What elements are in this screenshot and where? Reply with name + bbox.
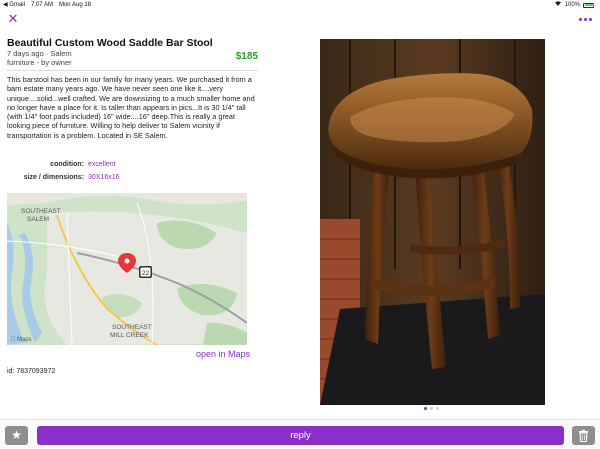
map-label-mill-creek: MILL CREEK — [110, 332, 149, 339]
listing-description: This barstool has been in our family for… — [7, 75, 255, 140]
gallery-dot[interactable] — [436, 407, 439, 410]
listing-price: $185 — [235, 51, 258, 62]
map-attribution: Maps — [17, 337, 32, 343]
status-right: 100% — [554, 0, 594, 10]
status-bar: ◀ Gmail 7:07 AM Mon Aug 18 100% — [0, 0, 600, 10]
listing-title: Beautiful Custom Wood Saddle Bar Stool — [7, 37, 213, 49]
attribute-label: size / dimensions: — [23, 174, 84, 181]
trash-icon[interactable] — [572, 426, 595, 445]
attribute-row-size: size / dimensions: 30X16x16 — [0, 174, 300, 184]
star-icon[interactable]: ★ — [5, 426, 28, 445]
map-label-southeast-2: SOUTHEAST — [112, 324, 152, 331]
post-id: id: 7837093972 — [7, 368, 56, 375]
apple-maps-logo-icon:  — [11, 336, 16, 343]
gallery-indicator — [424, 407, 439, 410]
listing-posted: 7 days ago · Salem — [7, 49, 72, 58]
open-in-maps-link[interactable]: open in Maps — [196, 349, 250, 359]
more-icon[interactable] — [578, 13, 592, 25]
reply-button[interactable]: reply — [37, 426, 564, 445]
top-nav: ✕ — [0, 10, 600, 30]
map-label-salem: SALEM — [27, 216, 49, 223]
bottom-action-bar: ★ reply — [0, 419, 600, 449]
battery-percent: 100% — [564, 2, 580, 8]
status-date: Mon Aug 18 — [58, 2, 91, 8]
gallery-dot[interactable] — [430, 407, 433, 410]
close-icon[interactable]: ✕ — [6, 12, 20, 26]
attribute-value[interactable]: excellent — [88, 161, 116, 168]
battery-icon — [583, 2, 594, 8]
battery-fill — [584, 4, 594, 6]
listing-category: furniture - by owner — [7, 58, 72, 67]
back-to-app-link[interactable]: ◀ Gmail — [3, 0, 25, 10]
wifi-icon — [554, 0, 562, 10]
status-left: ◀ Gmail 7:07 AM Mon Aug 18 — [3, 0, 91, 10]
status-time: 7:07 AM — [30, 2, 53, 8]
attribute-row-condition: condition: excellent — [0, 161, 300, 171]
divider — [7, 70, 258, 71]
attribute-value[interactable]: 30X16x16 — [88, 174, 120, 181]
attribute-label: condition: — [50, 161, 84, 168]
highway-label: 22 — [142, 270, 150, 277]
location-map[interactable]: 22 SOUTHEAST SALEM SOUTHEAST MILL CREEK … — [7, 193, 247, 345]
svg-text::  — [11, 336, 16, 343]
gallery-dot[interactable] — [424, 407, 427, 410]
listing-photo[interactable] — [320, 39, 545, 405]
map-label-southeast-1: SOUTHEAST — [21, 208, 61, 215]
